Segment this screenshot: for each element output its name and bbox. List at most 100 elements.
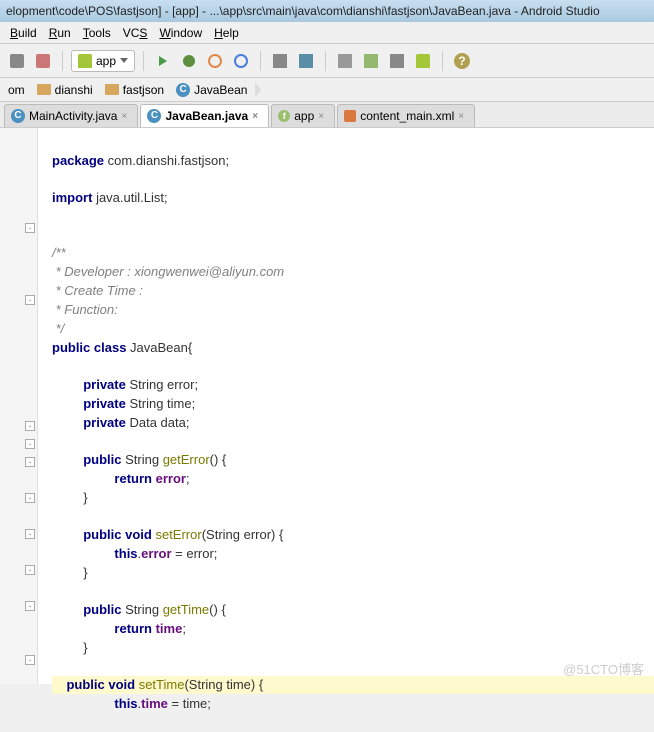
tab-contentmain[interactable]: content_main.xml × (337, 104, 475, 127)
window-title: elopment\code\POS\fastjson] - [app] - ..… (6, 4, 600, 18)
tab-app[interactable]: f app × (271, 104, 335, 127)
code-text: String error; (126, 377, 198, 392)
close-icon[interactable]: × (318, 111, 328, 121)
code-keyword: public (83, 452, 121, 467)
fold-marker[interactable]: - (25, 421, 35, 431)
code-comment: * Function: (52, 302, 118, 317)
code-text: (String error) { (202, 527, 284, 542)
code-keyword: package (52, 153, 104, 168)
code-text: com.dianshi.fastjson; (104, 153, 229, 168)
code-field: error (152, 471, 186, 486)
menu-tools[interactable]: Tools (77, 24, 117, 42)
fold-marker[interactable]: - (25, 493, 35, 503)
android-icon (416, 54, 430, 68)
toolbar-separator (143, 51, 144, 71)
module-label: app (96, 54, 116, 68)
watermark: @51CTO博客 (563, 659, 644, 678)
tool-icon-9[interactable] (386, 50, 408, 72)
tool-icon-4[interactable] (230, 50, 252, 72)
code-text: () { (209, 602, 226, 617)
menu-bar: BBuilduild Run Tools VCS Window Help (0, 22, 654, 44)
editor-tabs: C MainActivity.java × C JavaBean.java × … (0, 102, 654, 128)
breadcrumb-item-javabean[interactable]: CJavaBean (172, 79, 255, 101)
debug-button[interactable] (178, 50, 200, 72)
code-text: = error; (172, 546, 218, 561)
code-keyword: this (114, 546, 137, 561)
fold-marker[interactable]: - (25, 601, 35, 611)
bug-icon (183, 55, 195, 67)
code-keyword: return (114, 471, 152, 486)
code-comment: * Create Time : (52, 283, 143, 298)
fold-marker[interactable]: - (25, 565, 35, 575)
menu-window[interactable]: Window (153, 24, 208, 42)
code-keyword: import (52, 190, 92, 205)
help-button[interactable]: ? (451, 50, 473, 72)
breadcrumb-item-fastjson[interactable]: fastjson (101, 79, 172, 101)
tab-label: app (294, 109, 314, 123)
code-text: } (83, 640, 87, 655)
fold-marker[interactable]: - (25, 223, 35, 233)
tool-icon-8[interactable] (360, 50, 382, 72)
menu-help[interactable]: Help (208, 24, 245, 42)
xml-icon (344, 110, 356, 122)
code-field: error (141, 546, 171, 561)
android-icon (78, 54, 92, 68)
module-selector[interactable]: app (71, 50, 135, 72)
help-icon: ? (454, 53, 470, 69)
fold-marker[interactable]: - (25, 439, 35, 449)
tool-icon-2[interactable] (32, 50, 54, 72)
file-icon: f (278, 110, 290, 122)
code-text: } (83, 490, 87, 505)
main-toolbar: app ? (0, 44, 654, 78)
tool-icon-6[interactable] (295, 50, 317, 72)
code-keyword: public void (83, 527, 152, 542)
tool-icon-7[interactable] (334, 50, 356, 72)
tool-icon-10[interactable] (412, 50, 434, 72)
folder-icon (105, 84, 119, 95)
fold-marker[interactable]: - (25, 295, 35, 305)
code-keyword: private (83, 377, 126, 392)
close-icon[interactable]: × (121, 111, 131, 121)
tool-icon-5[interactable] (269, 50, 291, 72)
close-icon[interactable]: × (458, 111, 468, 121)
class-icon: C (11, 109, 25, 123)
tool-icon-3[interactable] (204, 50, 226, 72)
menu-build[interactable]: BBuilduild (4, 24, 43, 42)
code-text: JavaBean{ (126, 340, 192, 355)
code-highlighted-line: public void setTime(String time) { (52, 676, 654, 694)
menu-vcs[interactable]: VCS (117, 24, 154, 42)
breadcrumb-item-dianshi[interactable]: dianshi (33, 79, 101, 101)
code-keyword: public class (52, 340, 126, 355)
fold-marker[interactable]: - (25, 529, 35, 539)
fold-marker[interactable]: - (25, 457, 35, 467)
class-icon: C (147, 109, 161, 123)
code-comment: */ (52, 321, 64, 336)
menu-run[interactable]: Run (43, 24, 77, 42)
code-method: setTime (139, 677, 185, 692)
code-editor[interactable]: package com.dianshi.fastjson; import jav… (38, 128, 654, 684)
code-text: Data data; (126, 415, 190, 430)
chevron-down-icon (120, 58, 128, 63)
editor-gutter[interactable]: - - - - - - - - - - (0, 128, 38, 684)
code-text: ; (182, 621, 186, 636)
editor-area: - - - - - - - - - - package com.dianshi.… (0, 128, 654, 684)
code-text: ; (186, 471, 190, 486)
close-icon[interactable]: × (252, 111, 262, 121)
code-text: String (122, 452, 163, 467)
code-text: (String time) { (184, 677, 263, 692)
tab-javabean[interactable]: C JavaBean.java × (140, 104, 269, 127)
code-text: String (122, 602, 163, 617)
tab-label: JavaBean.java (165, 109, 248, 123)
tool-icon-1[interactable] (6, 50, 28, 72)
code-method: setError (155, 527, 201, 542)
fold-marker[interactable]: - (25, 655, 35, 665)
toolbar-separator (62, 51, 63, 71)
breadcrumb-item-om[interactable]: om (4, 79, 33, 101)
run-button[interactable] (152, 50, 174, 72)
code-keyword: private (83, 415, 126, 430)
code-comment: * Developer : xiongwenwei@aliyun.com (52, 264, 284, 279)
code-field: time (141, 696, 168, 711)
toolbar-separator (260, 51, 261, 71)
window-title-bar: elopment\code\POS\fastjson] - [app] - ..… (0, 0, 654, 22)
tab-mainactivity[interactable]: C MainActivity.java × (4, 104, 138, 127)
